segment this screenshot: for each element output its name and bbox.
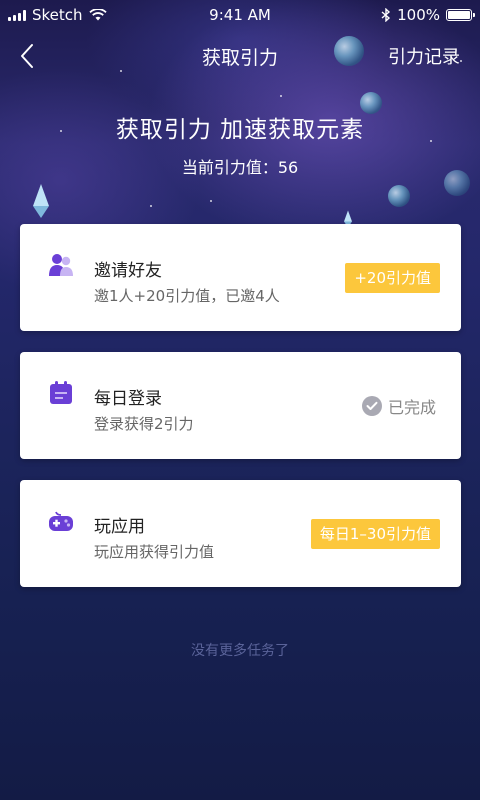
bluetooth-icon <box>381 8 391 22</box>
status-right: 100% <box>381 6 475 24</box>
check-circle-icon <box>361 396 382 416</box>
task-card-invite[interactable]: 邀请好友 邀1人+20引力值，已邀4人 +20引力值 <box>20 224 461 331</box>
star-decoration <box>280 95 282 97</box>
star-decoration <box>210 200 212 202</box>
completed-label: 已完成 <box>387 398 436 417</box>
reward-badge[interactable]: 每日1–30引力值 <box>310 519 440 549</box>
battery-percent: 100% <box>397 6 440 24</box>
current-gravity-value: 当前引力值：56 <box>181 158 299 177</box>
users-icon <box>49 254 73 276</box>
calendar-icon <box>50 381 72 404</box>
task-desc: 邀1人+20引力值，已邀4人 <box>94 287 280 305</box>
task-desc: 玩应用获得引力值 <box>94 543 215 561</box>
crystal-decoration <box>33 184 49 218</box>
status-bar: Sketch 9:41 AM 100% <box>0 0 480 30</box>
battery-icon <box>446 9 475 21</box>
star-decoration <box>150 205 152 207</box>
task-desc: 登录获得2引力 <box>94 415 194 433</box>
no-more-tasks-note: 没有更多任务了 <box>191 643 289 659</box>
completed-status: 已完成 <box>361 394 436 418</box>
reward-badge[interactable]: +20引力值 <box>345 263 440 293</box>
task-title: 每日登录 <box>94 389 162 409</box>
task-title: 邀请好友 <box>94 261 162 281</box>
gamepad-icon <box>49 511 73 531</box>
crystal-decoration <box>344 210 352 228</box>
task-card-daily-login[interactable]: 每日登录 登录获得2引力 已完成 <box>20 352 461 459</box>
task-card-play-apps[interactable]: 玩应用 玩应用获得引力值 每日1–30引力值 <box>20 480 461 587</box>
task-title: 玩应用 <box>94 517 145 537</box>
screen: Sketch 9:41 AM 100% 获取引力 引力记录 获取引力 加速获取元… <box>0 0 480 800</box>
gravity-record-link[interactable]: 引力记录 <box>388 43 460 69</box>
planet-orb-decoration <box>388 185 410 207</box>
hero-title: 获取引力 加速获取元素 <box>115 117 365 143</box>
nav-bar: 获取引力 引力记录 <box>0 30 480 82</box>
